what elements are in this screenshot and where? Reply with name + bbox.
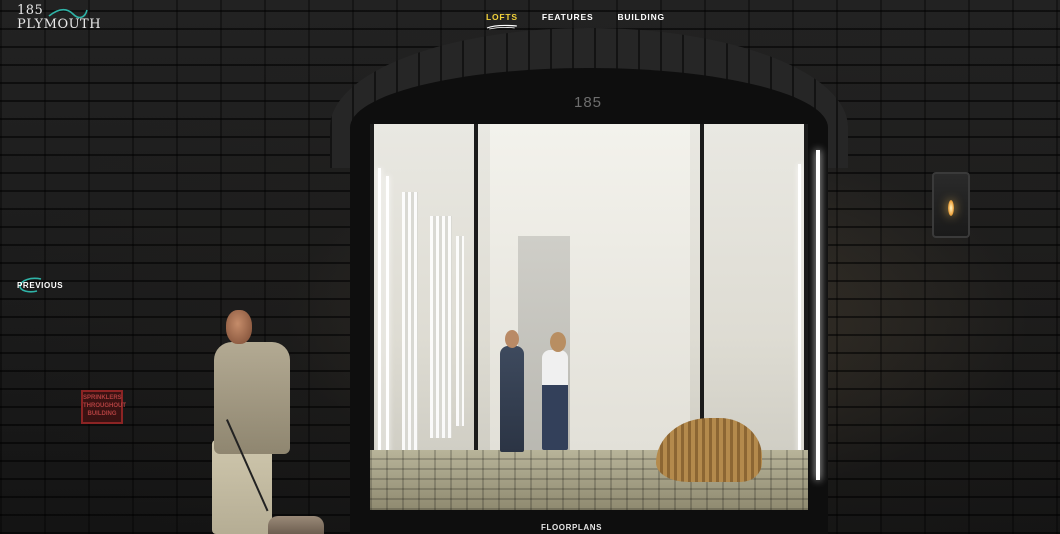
nav-item-lofts[interactable]: LOFTS: [486, 12, 518, 30]
logo-swash-icon: [48, 8, 88, 19]
person-inside-left: [500, 346, 524, 452]
main-nav: LOFTS FEATURES BUILDING: [486, 12, 665, 30]
floorplans-link[interactable]: FLOORPLANS: [541, 523, 602, 532]
active-underline-icon: [486, 24, 517, 30]
candle-flame: [948, 200, 954, 216]
person-inside-right: [542, 350, 568, 450]
nav-item-building[interactable]: BUILDING: [617, 12, 664, 30]
glass-storefront: [370, 124, 808, 510]
man-in-suit: [214, 342, 290, 454]
logo-line-street: PLYMOUTH: [17, 17, 102, 32]
nav-item-label: LOFTS: [486, 12, 518, 22]
nav-item-label: BUILDING: [617, 12, 665, 22]
nav-item-label: FEATURES: [541, 12, 594, 22]
wall-sconce: [932, 172, 970, 238]
light-strip: [386, 176, 389, 464]
light-strip-exterior: [816, 150, 820, 480]
man-head: [226, 310, 252, 344]
sign-line: THROUGHOUT: [83, 403, 126, 409]
light-panel: [430, 216, 452, 438]
site-logo[interactable]: 185 PLYMOUTH: [17, 4, 102, 40]
previous-button[interactable]: PREVIOUS: [17, 276, 63, 293]
page: 185 SPRINKLERS THROUGHOUT BUILDING 185 P…: [0, 0, 1060, 534]
sprinkler-sign: SPRINKLERS THROUGHOUT BUILDING: [81, 390, 126, 424]
light-panel: [402, 192, 418, 452]
light-panel: [456, 236, 464, 426]
nav-item-features[interactable]: FEATURES: [542, 12, 594, 30]
dog: [268, 516, 324, 534]
light-strip: [378, 168, 381, 464]
previous-label: PREVIOUS: [17, 281, 64, 290]
person-inside-left-head: [505, 330, 519, 348]
sign-line: BUILDING: [87, 411, 117, 417]
person-inside-right-head: [550, 332, 566, 352]
light-strip: [798, 164, 801, 474]
address-number: 185: [573, 94, 603, 111]
sign-line: SPRINKLERS: [83, 395, 122, 401]
